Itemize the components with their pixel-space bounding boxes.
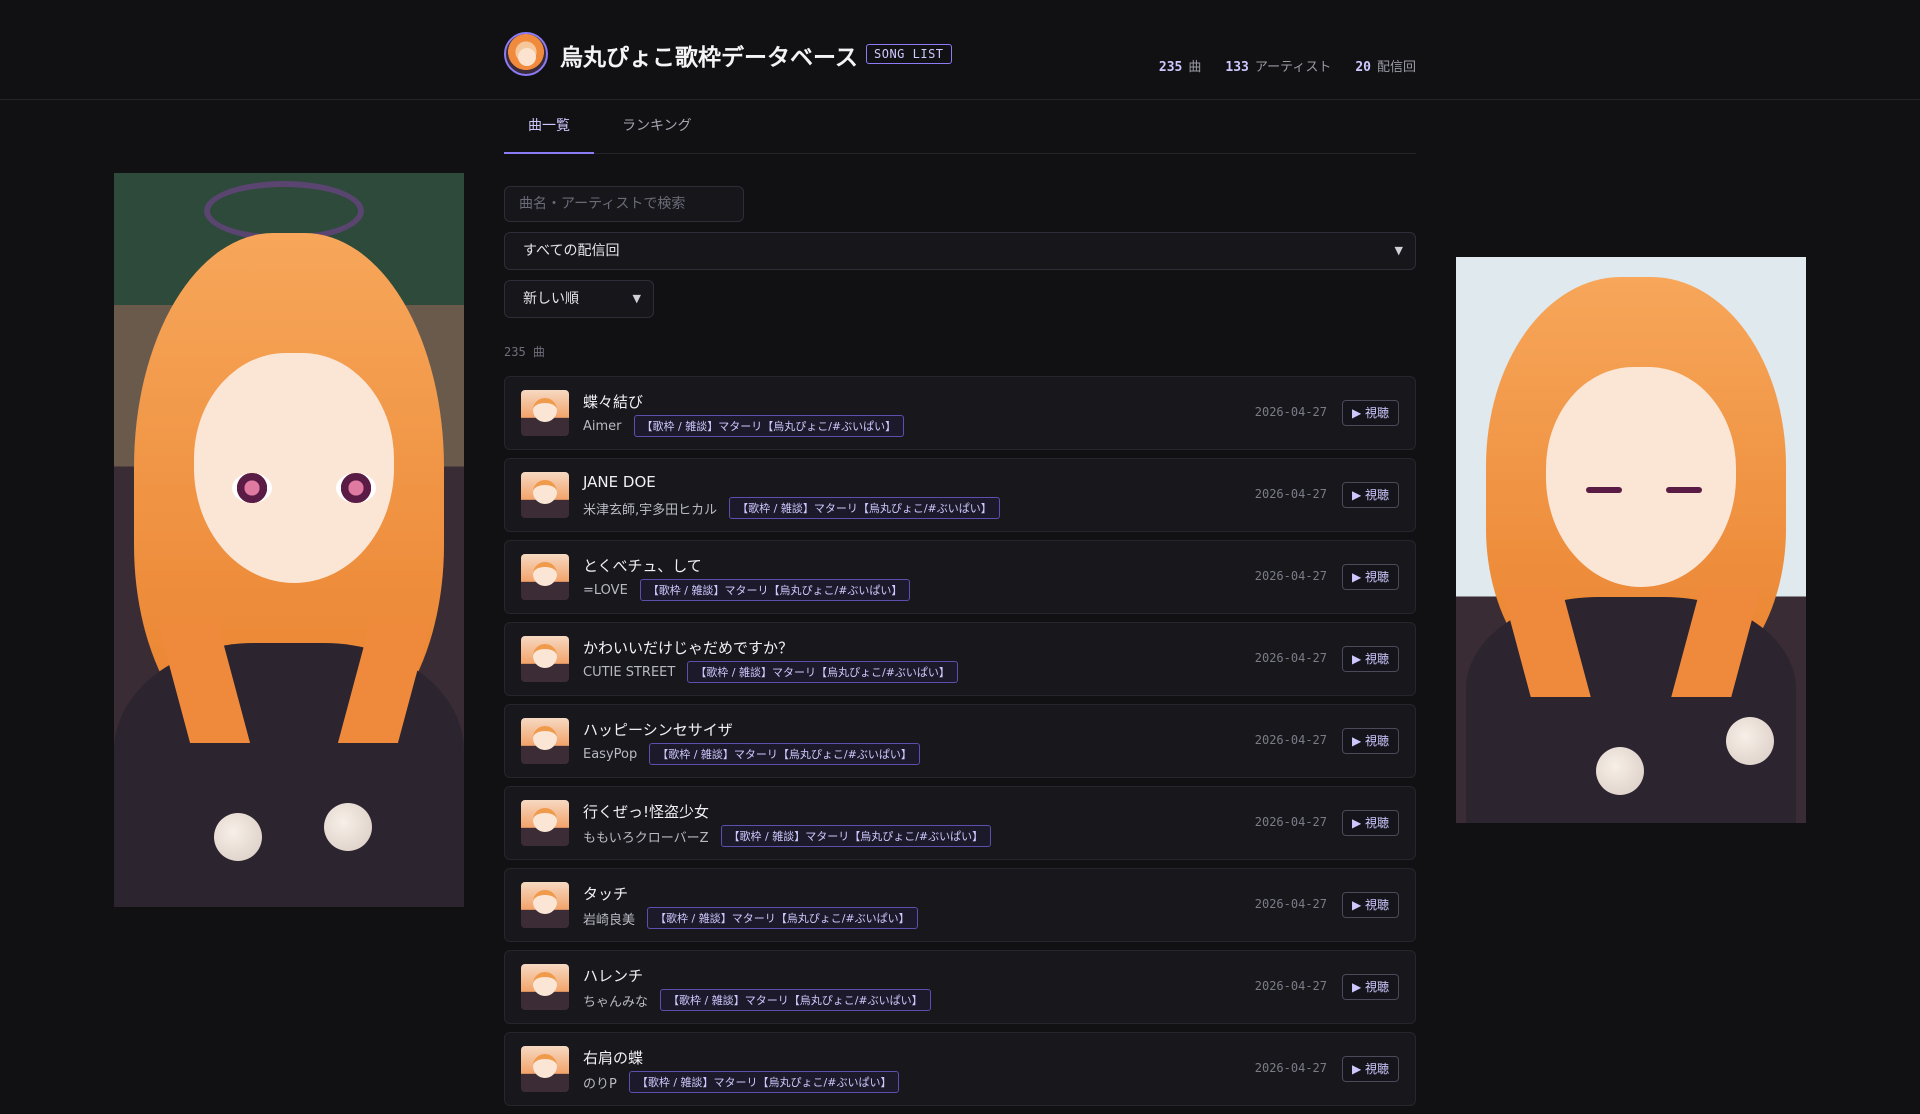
- song-title: かわいいだけじゃだめですか？: [583, 639, 794, 657]
- song-date: 2026-04-27: [1254, 815, 1327, 829]
- stream-filter-value: すべての配信回: [523, 243, 620, 259]
- top-bar: 烏丸ぴょこ歌枠データベース SONG LIST 235 曲 133 アーティスト 2…: [0, 0, 1920, 100]
- song-meta: のりP 【歌枠 / 雑談】マターリ【烏丸ぴょこ/#ぶいぱい】: [583, 1071, 900, 1093]
- stream-tag[interactable]: 【歌枠 / 雑談】マターリ【烏丸ぴょこ/#ぶいぱい】: [649, 743, 920, 765]
- song-meta: EasyPop 【歌枠 / 雑談】マターリ【烏丸ぴょこ/#ぶいぱい】: [583, 743, 920, 765]
- stream-tag[interactable]: 【歌枠 / 雑談】マターリ【烏丸ぴょこ/#ぶいぱい】: [639, 579, 911, 601]
- list-item[interactable]: JANE DOE 米津玄師,宇多田ヒカル 【歌枠 / 雑談】マターリ【烏丸ぴょこ…: [504, 458, 1416, 532]
- play-button[interactable]: ▶ 視聴: [1341, 646, 1399, 672]
- song-meta: Aimer 【歌枠 / 雑談】マターリ【烏丸ぴょこ/#ぶいぱい】: [583, 415, 905, 437]
- song-date: 2026-04-27: [1254, 487, 1327, 501]
- song-artist: ももいろクローバーZ: [583, 830, 709, 846]
- page-title: 烏丸ぴょこ歌枠データベース: [560, 45, 858, 71]
- list-item[interactable]: 蝶々結び Aimer 【歌枠 / 雑談】マターリ【烏丸ぴょこ/#ぶいぱい】 20…: [504, 376, 1416, 450]
- site-header: 烏丸ぴょこ歌枠データベース SONG LIST 235 曲 133 アーティスト 2…: [504, 32, 1416, 78]
- list-item[interactable]: とくべチュ、して =LOVE 【歌枠 / 雑談】マターリ【烏丸ぴょこ/#ぶいぱい…: [504, 540, 1416, 614]
- song-thumbnail: [521, 554, 569, 600]
- stat-streams: 20 配信回: [1355, 60, 1416, 75]
- stream-filter-select[interactable]: すべての配信回 ▼: [504, 232, 1416, 270]
- song-thumbnail: [521, 718, 569, 764]
- song-artist: Aimer: [583, 418, 622, 434]
- song-date: 2026-04-27: [1254, 897, 1327, 911]
- song-title: ハッピーシンセサイザ: [583, 721, 733, 739]
- result-count: 235 曲: [504, 345, 545, 359]
- list-item[interactable]: 右肩の蝶 のりP 【歌枠 / 雑談】マターリ【烏丸ぴょこ/#ぶいぱい】 2026…: [504, 1032, 1416, 1106]
- song-title: タッチ: [583, 885, 629, 903]
- song-date: 2026-04-27: [1254, 1061, 1327, 1075]
- stream-tag[interactable]: 【歌枠 / 雑談】マターリ【烏丸ぴょこ/#ぶいぱい】: [720, 825, 992, 847]
- stats-summary: 235 曲 133 アーティスト 20 配信回: [1159, 56, 1416, 75]
- song-date: 2026-04-27: [1254, 651, 1327, 665]
- song-meta: 米津玄師,宇多田ヒカル 【歌枠 / 雑談】マターリ【烏丸ぴょこ/#ぶいぱい】: [583, 497, 1000, 519]
- song-meta: CUTIE STREET 【歌枠 / 雑談】マターリ【烏丸ぴょこ/#ぶいぱい】: [583, 661, 958, 683]
- stat-songs: 235 曲: [1158, 60, 1202, 75]
- avatar-face: [518, 48, 536, 66]
- song-artist: ちゃんみな: [583, 994, 649, 1010]
- song-artist: 岩崎良美: [583, 912, 636, 928]
- sort-value: 新しい順: [523, 291, 579, 307]
- song-artist: CUTIE STREET: [583, 664, 676, 680]
- song-thumbnail: [521, 964, 569, 1010]
- stat-artists: 133 アーティスト: [1225, 60, 1332, 75]
- song-title: ハレンチ: [583, 967, 644, 985]
- song-meta: ももいろクローバーZ 【歌枠 / 雑談】マターリ【烏丸ぴょこ/#ぶいぱい】: [583, 825, 992, 847]
- tab-ranking[interactable]: ランキング: [598, 100, 716, 154]
- list-item[interactable]: かわいいだけじゃだめですか？ CUTIE STREET 【歌枠 / 雑談】マター…: [504, 622, 1416, 696]
- play-button[interactable]: ▶ 視聴: [1341, 482, 1399, 508]
- song-date: 2026-04-27: [1254, 405, 1327, 419]
- song-meta: =LOVE 【歌枠 / 雑談】マターリ【烏丸ぴょこ/#ぶいぱい】: [583, 579, 911, 601]
- song-meta: 岩崎良美 【歌枠 / 雑談】マターリ【烏丸ぴょこ/#ぶいぱい】: [583, 907, 918, 929]
- list-item[interactable]: タッチ 岩崎良美 【歌枠 / 雑談】マターリ【烏丸ぴょこ/#ぶいぱい】 2026…: [504, 868, 1416, 942]
- song-date: 2026-04-27: [1254, 569, 1327, 583]
- song-thumbnail: [521, 390, 569, 436]
- play-button[interactable]: ▶ 視聴: [1341, 974, 1399, 1000]
- song-date: 2026-04-27: [1254, 733, 1327, 747]
- stream-tag[interactable]: 【歌枠 / 雑談】マターリ【烏丸ぴょこ/#ぶいぱい】: [729, 497, 1000, 519]
- song-artist: のりP: [583, 1076, 617, 1092]
- song-date: 2026-04-27: [1254, 979, 1327, 993]
- song-title: 蝶々結び: [583, 393, 644, 411]
- avatar[interactable]: [504, 32, 548, 76]
- song-list-badge: SONG LIST: [866, 44, 952, 64]
- song-list: 蝶々結び Aimer 【歌枠 / 雑談】マターリ【烏丸ぴょこ/#ぶいぱい】 20…: [504, 376, 1416, 1114]
- play-button[interactable]: ▶ 視聴: [1341, 810, 1399, 836]
- stream-tag[interactable]: 【歌枠 / 雑談】マターリ【烏丸ぴょこ/#ぶいぱい】: [633, 415, 905, 437]
- song-title: JANE DOE: [583, 473, 656, 491]
- character-illustration-left: [114, 173, 464, 907]
- song-thumbnail: [521, 472, 569, 518]
- play-button[interactable]: ▶ 視聴: [1341, 1056, 1399, 1082]
- chevron-down-icon: ▼: [1394, 244, 1403, 257]
- song-thumbnail: [521, 800, 569, 846]
- character-illustration-right: [1456, 257, 1806, 823]
- tab-bar: 曲一覧 ランキング: [504, 100, 1416, 154]
- song-title: とくべチュ、して: [583, 557, 702, 575]
- play-button[interactable]: ▶ 視聴: [1341, 564, 1399, 590]
- list-item[interactable]: ハレンチ ちゃんみな 【歌枠 / 雑談】マターリ【烏丸ぴょこ/#ぶいぱい】 20…: [504, 950, 1416, 1024]
- sort-select[interactable]: 新しい順 ▼: [504, 280, 654, 318]
- song-artist: EasyPop: [583, 746, 638, 762]
- list-item[interactable]: 行くぜっ!怪盗少女 ももいろクローバーZ 【歌枠 / 雑談】マターリ【烏丸ぴょこ…: [504, 786, 1416, 860]
- stream-tag[interactable]: 【歌枠 / 雑談】マターリ【烏丸ぴょこ/#ぶいぱい】: [647, 907, 918, 929]
- song-meta: ちゃんみな 【歌枠 / 雑談】マターリ【烏丸ぴょこ/#ぶいぱい】: [583, 989, 931, 1011]
- song-artist: =LOVE: [583, 582, 628, 598]
- song-title: 右肩の蝶: [583, 1049, 644, 1067]
- list-item[interactable]: ハッピーシンセサイザ EasyPop 【歌枠 / 雑談】マターリ【烏丸ぴょこ/#…: [504, 704, 1416, 778]
- song-artist: 米津玄師,宇多田ヒカル: [583, 502, 718, 518]
- stream-tag[interactable]: 【歌枠 / 雑談】マターリ【烏丸ぴょこ/#ぶいぱい】: [687, 661, 958, 683]
- play-button[interactable]: ▶ 視聴: [1341, 892, 1399, 918]
- play-button[interactable]: ▶ 視聴: [1341, 400, 1399, 426]
- song-thumbnail: [521, 1046, 569, 1092]
- play-button[interactable]: ▶ 視聴: [1341, 728, 1399, 754]
- chevron-down-icon: ▼: [632, 292, 641, 305]
- song-thumbnail: [521, 636, 569, 682]
- tab-song-list[interactable]: 曲一覧: [504, 100, 594, 154]
- stream-tag[interactable]: 【歌枠 / 雑談】マターリ【烏丸ぴょこ/#ぶいぱい】: [660, 989, 931, 1011]
- song-title: 行くぜっ!怪盗少女: [583, 803, 710, 821]
- song-thumbnail: [521, 882, 569, 928]
- search-input[interactable]: [504, 186, 744, 222]
- stream-tag[interactable]: 【歌枠 / 雑談】マターリ【烏丸ぴょこ/#ぶいぱい】: [628, 1071, 900, 1093]
